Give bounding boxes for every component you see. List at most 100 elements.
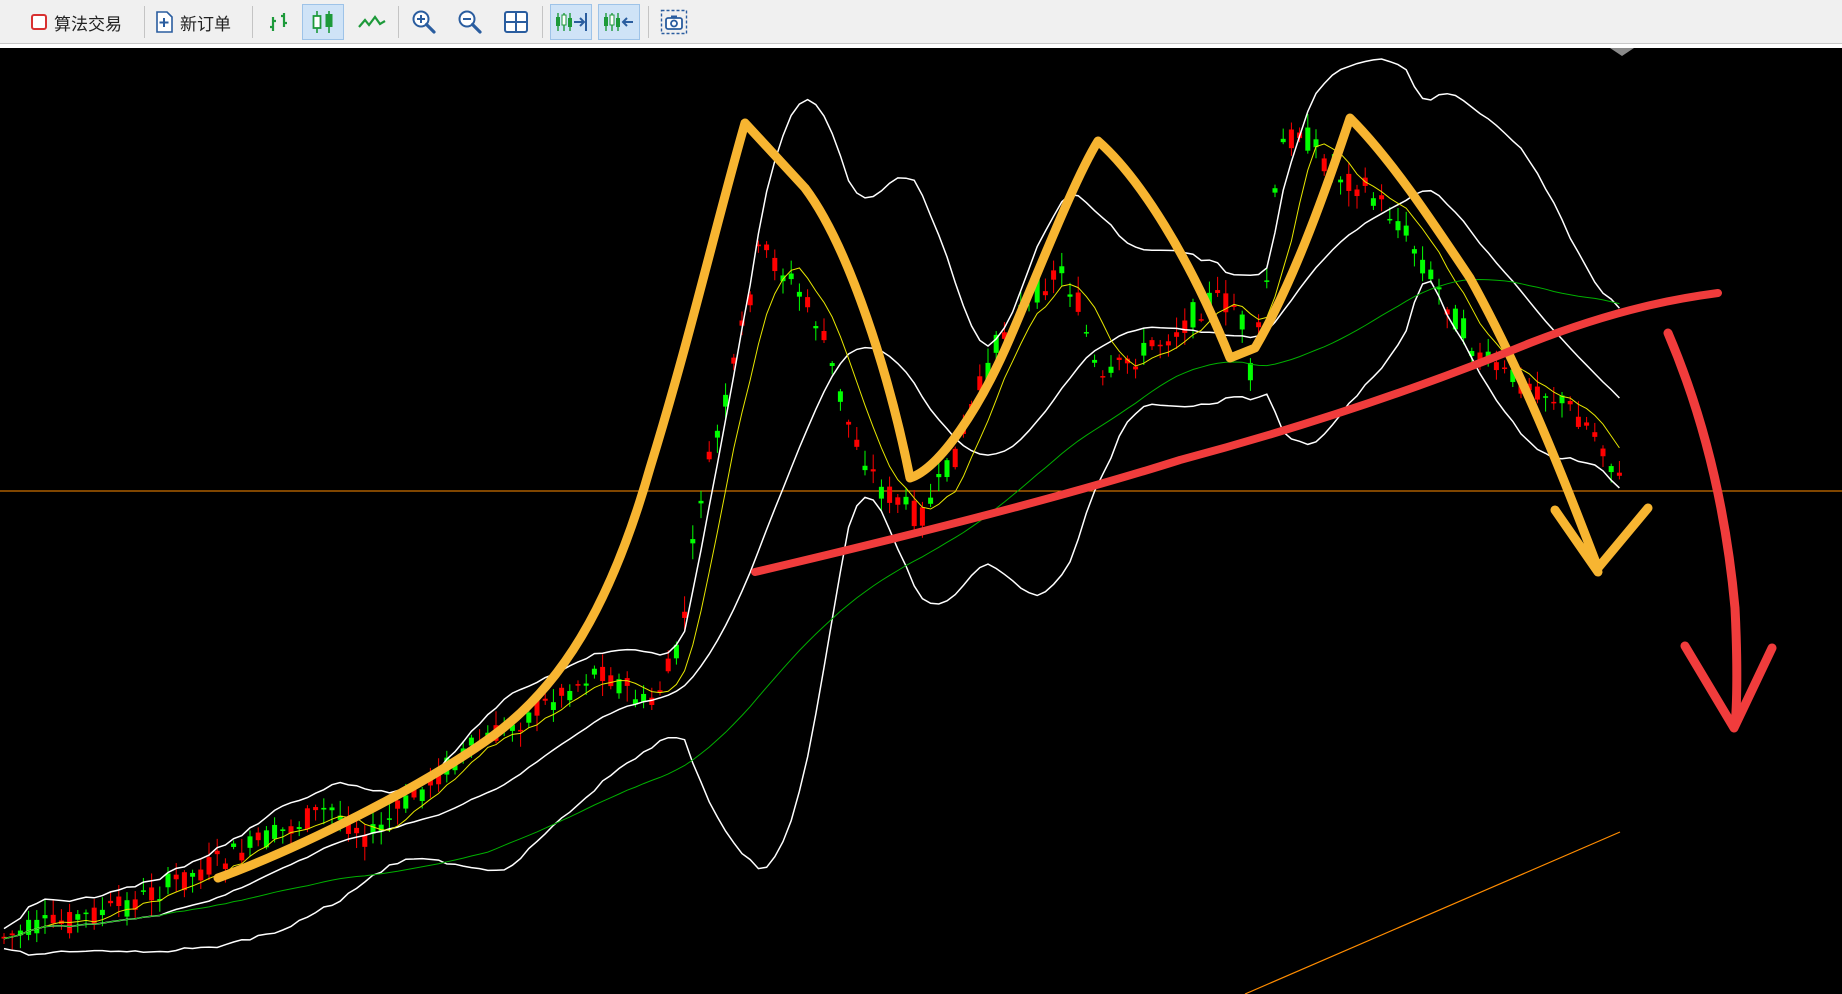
candle-body: [140, 890, 146, 892]
line-chart-button[interactable]: [354, 4, 390, 40]
candle-body: [1387, 218, 1393, 221]
candle-body: [928, 497, 934, 504]
toolbar: 算法交易 新订单: [0, 0, 1842, 44]
algo-trading-button[interactable]: 算法交易: [30, 4, 122, 40]
zoom-out-button[interactable]: [452, 4, 488, 40]
candle-body: [583, 683, 589, 686]
candle-body: [1174, 332, 1180, 337]
candle-body: [665, 658, 671, 672]
candle-body: [952, 448, 958, 468]
candle-body: [190, 872, 196, 877]
candle-body: [1256, 322, 1262, 328]
candle-body: [919, 507, 925, 526]
candle-body: [354, 827, 360, 834]
chart-shift-icon: [604, 13, 633, 31]
new-order-label: 新订单: [180, 14, 231, 35]
candle-body: [329, 807, 335, 811]
toolbar-divider: [398, 6, 399, 38]
candle-body: [1461, 318, 1467, 339]
candle-body: [1321, 158, 1327, 172]
candle-body: [903, 496, 909, 505]
candle-body: [1575, 416, 1581, 427]
toolbar-divider: [648, 6, 649, 38]
line-chart-icon: [358, 15, 386, 28]
candle-body: [1493, 362, 1499, 371]
candle-body: [173, 874, 179, 880]
candle-body: [1543, 396, 1549, 398]
zoom-out-icon: [458, 10, 482, 34]
candle-body: [805, 297, 811, 308]
candle-body: [1428, 269, 1434, 280]
candle-body: [239, 852, 245, 861]
tile-windows-icon: [504, 11, 528, 33]
bar-chart-button[interactable]: [262, 4, 296, 40]
tile-windows-button[interactable]: [498, 4, 534, 40]
candle-body: [403, 795, 409, 809]
algo-trading-label: 算法交易: [54, 14, 122, 35]
candle-body: [1411, 249, 1417, 254]
new-order-button[interactable]: 新订单: [154, 4, 231, 40]
candle-body: [1116, 357, 1122, 360]
candle-body: [206, 857, 212, 875]
candle-body: [1157, 344, 1163, 347]
price-chart[interactable]: [0, 48, 1842, 994]
candle-body: [296, 827, 302, 830]
candle-body: [1133, 366, 1139, 370]
candle-body: [1092, 359, 1098, 363]
candle-body: [75, 914, 81, 920]
auto-scroll-button[interactable]: [550, 4, 592, 40]
candle-body: [181, 872, 187, 891]
candle-body: [1608, 466, 1614, 473]
candle-body: [714, 430, 720, 438]
candle-body: [624, 678, 630, 686]
candle-body: [165, 873, 171, 888]
toolbar-divider: [144, 6, 145, 38]
candlestick-chart-button[interactable]: [302, 4, 344, 40]
candle-body: [1083, 332, 1089, 334]
candle-body: [1149, 340, 1155, 347]
bar-chart-icon: [270, 13, 287, 31]
zoom-in-icon: [412, 10, 436, 34]
candle-body: [550, 702, 556, 710]
candle-body: [1067, 294, 1073, 297]
candle-body: [26, 919, 32, 935]
candle-body: [280, 829, 286, 832]
candle-body: [313, 807, 319, 811]
new-order-icon: [156, 11, 173, 33]
zoom-in-button[interactable]: [406, 4, 442, 40]
candle-body: [829, 363, 835, 367]
candle-body: [231, 843, 237, 847]
algo-trading-icon: [31, 14, 47, 30]
candle-body: [50, 914, 56, 924]
candle-body: [149, 887, 155, 901]
candle-body: [1567, 401, 1573, 405]
candle-body: [1420, 259, 1426, 274]
chart-shift-button[interactable]: [598, 4, 640, 40]
screenshot-button[interactable]: [656, 4, 692, 40]
candle-body: [813, 326, 819, 329]
candle-body: [1305, 127, 1311, 151]
candle-body: [821, 331, 827, 341]
candle-body: [1280, 138, 1286, 143]
candle-body: [944, 460, 950, 478]
candle-body: [1551, 401, 1557, 404]
screenshot-icon: [660, 9, 688, 35]
candle-body: [1165, 341, 1171, 346]
candle-body: [247, 836, 253, 848]
candle-body: [1379, 195, 1385, 200]
candle-body: [870, 469, 876, 472]
toolbar-divider: [252, 6, 253, 38]
candle-body: [34, 919, 40, 934]
candle-body: [895, 497, 901, 505]
candle-body: [1239, 314, 1245, 330]
candle-body: [124, 900, 130, 917]
candle-body: [83, 912, 89, 915]
candle-body: [878, 486, 884, 499]
candle-body: [1141, 342, 1147, 356]
candle-body: [526, 712, 532, 723]
candle-body: [837, 391, 843, 402]
candle-body: [222, 863, 228, 869]
candle-body: [1502, 367, 1508, 369]
candle-body: [1395, 221, 1401, 231]
candle-body: [764, 244, 770, 251]
